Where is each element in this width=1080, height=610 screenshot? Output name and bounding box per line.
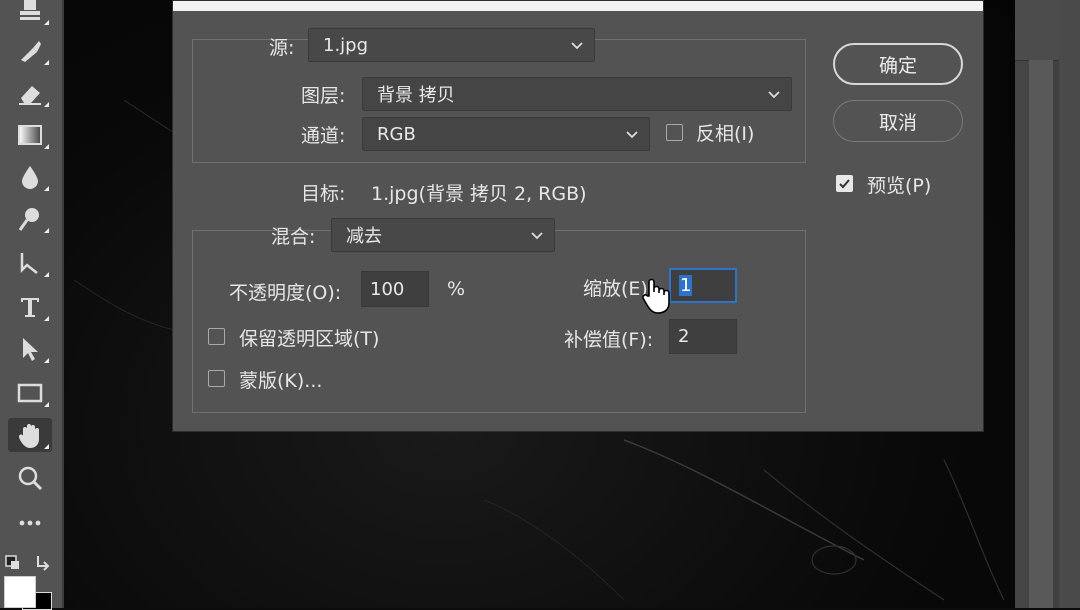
offset-label: 补偿值(F): — [564, 329, 654, 351]
offset-input[interactable]: 2 — [669, 319, 737, 354]
preview-label: 预览(P) — [867, 175, 932, 197]
hand-cursor-icon — [642, 278, 670, 314]
preserve-transparency-label: 保留透明区域(T) — [239, 328, 380, 350]
opacity-unit: % — [447, 278, 466, 300]
blend-value: 减去 — [346, 226, 382, 247]
foreground-color-swatch[interactable] — [4, 576, 36, 608]
channel-label: 通道: — [301, 125, 346, 147]
scrollbar[interactable] — [1029, 60, 1053, 608]
source-value: 1.jpg — [323, 34, 369, 56]
preview-checkbox[interactable] — [836, 175, 853, 192]
checkmark-icon — [839, 179, 850, 189]
dialog-title-bar — [173, 1, 983, 11]
scale-input[interactable]: 1 — [669, 268, 737, 303]
target-value: 1.jpg(背景 拷贝 2, RGB) — [371, 183, 587, 205]
mask-checkbox[interactable] — [208, 370, 225, 387]
blend-select[interactable]: 减去 — [331, 218, 555, 252]
zoom-tool-icon[interactable] — [8, 462, 52, 496]
layer-value: 背景 拷贝 — [377, 85, 455, 106]
invert-checkbox[interactable] — [666, 124, 683, 141]
layer-select[interactable]: 背景 拷贝 — [362, 77, 792, 111]
blur-tool-icon[interactable] — [8, 160, 52, 194]
history-brush-icon[interactable] — [8, 34, 52, 68]
opacity-value: 100 — [370, 278, 405, 300]
chevron-down-icon — [626, 131, 638, 139]
target-label: 目标: — [301, 183, 346, 205]
mask-label[interactable]: 蒙版(K)... — [239, 366, 322, 393]
dodge-tool-icon[interactable] — [8, 202, 52, 236]
pen-tool-icon[interactable] — [8, 246, 52, 280]
opacity-input[interactable]: 100 — [361, 271, 429, 307]
gradient-tool-icon[interactable] — [8, 118, 52, 152]
channel-select[interactable]: RGB — [362, 117, 650, 151]
source-label: 源: — [269, 37, 295, 59]
source-select[interactable]: 1.jpg — [308, 28, 595, 62]
chevron-down-icon — [531, 232, 543, 240]
more-tools-icon[interactable] — [8, 506, 52, 540]
tools-panel — [0, 0, 64, 610]
chevron-down-icon — [571, 42, 583, 50]
right-panel-strip — [1015, 0, 1080, 608]
blend-label: 混合: — [271, 226, 316, 248]
layer-label: 图层: — [301, 85, 346, 107]
stamp-tool-icon[interactable] — [8, 0, 52, 28]
channel-value: RGB — [377, 123, 416, 145]
swap-colors-icon[interactable] — [4, 552, 58, 574]
rectangle-tool-icon[interactable] — [8, 376, 52, 410]
apply-image-dialog: 源: 1.jpg 图层: 背景 拷贝 通道: RGB 反相(I) 目标: 1.j… — [172, 0, 984, 432]
scale-value: 1 — [679, 275, 693, 296]
type-tool-icon[interactable] — [8, 290, 52, 324]
path-selection-icon[interactable] — [8, 332, 52, 366]
eraser-tool-icon[interactable] — [8, 76, 52, 110]
offset-value: 2 — [678, 326, 690, 347]
chevron-down-icon — [768, 91, 780, 99]
hand-tool-icon[interactable] — [8, 418, 52, 452]
opacity-label: 不透明度(O): — [229, 282, 342, 304]
ok-button[interactable]: 确定 — [833, 43, 963, 85]
cancel-button[interactable]: 取消 — [833, 100, 963, 142]
preserve-transparency-checkbox[interactable] — [208, 328, 225, 345]
invert-label: 反相(I) — [696, 123, 755, 145]
